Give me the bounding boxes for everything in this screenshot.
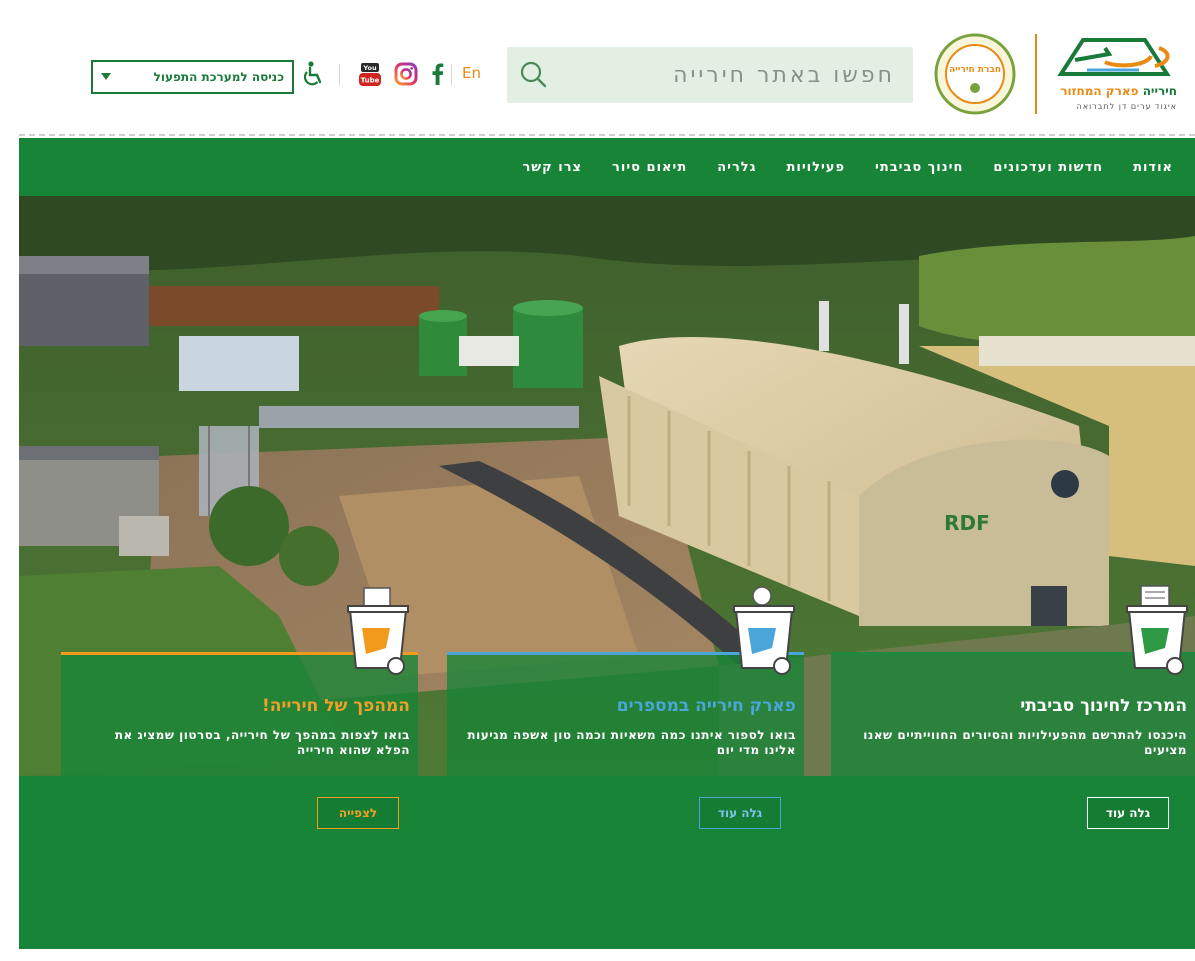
- recycle-bin-icon: [733, 586, 795, 675]
- logo-name-main: חירייה: [1142, 84, 1177, 98]
- chevron-down-icon: [101, 73, 111, 80]
- svg-text:You: You: [362, 64, 377, 72]
- nav-item-gallery[interactable]: גלריה: [717, 160, 756, 175]
- card-text: היכנסו להתרשם מהפעילויות והסיורים החוויי…: [863, 728, 1187, 757]
- language-switch-en[interactable]: En: [462, 64, 481, 82]
- search-input[interactable]: [575, 57, 895, 93]
- youtube-icon[interactable]: You Tube: [356, 60, 384, 88]
- page: חירייה פארק המחזור איגוד ערים דן לתברואה…: [19, 12, 1195, 949]
- card-park-numbers: פארק חירייה במספרים בואו לספור איתנו כמה…: [447, 586, 804, 832]
- card-watch-button[interactable]: לצפייה: [317, 797, 399, 829]
- nav-item-news[interactable]: חדשות ועדכונים: [993, 160, 1103, 175]
- badge-text: חברת חירייה: [949, 65, 1001, 75]
- site-logo[interactable]: חירייה פארק המחזור איגוד ערים דן לתברואה: [1047, 34, 1177, 114]
- recycle-bin-icon: [347, 587, 409, 675]
- card-text: בואו לספור איתנו כמה משאיות וכמה טון אשפ…: [467, 728, 796, 757]
- nav-item-education[interactable]: חינוך סביבתי: [875, 160, 963, 175]
- company-badge: חברת חירייה: [933, 32, 1017, 116]
- badge-seal-icon: חברת חירייה: [934, 33, 1016, 115]
- accessibility-icon[interactable]: [300, 60, 326, 88]
- facebook-icon[interactable]: [424, 60, 452, 88]
- divider: [339, 64, 340, 86]
- logo-tagline: איגוד ערים דן לתברואה: [1076, 102, 1177, 111]
- main-nav: אודות חדשות ועדכונים חינוך סביבתי פעילוי…: [19, 138, 1195, 196]
- operations-login-select[interactable]: כניסה למערכת התפעול: [91, 60, 294, 94]
- card-more-button[interactable]: גלה עוד: [699, 797, 781, 829]
- instagram-icon[interactable]: [392, 60, 420, 88]
- nav-item-contact[interactable]: צרו קשר: [522, 160, 582, 175]
- recycle-bin-icon: [1126, 585, 1188, 675]
- card-title: המרכז לחינוך סביבתי: [1020, 696, 1187, 716]
- login-select-label: כניסה למערכת התפעול: [153, 70, 284, 84]
- nav-item-tour[interactable]: תיאום סיור: [612, 160, 687, 175]
- search-bar: [507, 47, 913, 103]
- logo-divider: [1035, 34, 1037, 114]
- card-more-button[interactable]: גלה עוד: [1087, 797, 1169, 829]
- nav-item-activities[interactable]: פעילויות: [786, 160, 845, 175]
- card-title: המהפך של חירייה!: [261, 696, 410, 716]
- card-education-center: המרכז לחינוך סביבתי היכנסו להתרשם מהפעיל…: [831, 585, 1195, 832]
- nav-item-about[interactable]: אודות: [1133, 160, 1173, 175]
- site-header: חירייה פארק המחזור איגוד ערים דן לתברואה…: [19, 12, 1195, 136]
- card-title: פארק חירייה במספרים: [616, 696, 796, 716]
- svg-text:Tube: Tube: [361, 77, 380, 85]
- logo-name-accent: פארק המחזור: [1060, 84, 1139, 98]
- recycle-logo-icon: [1057, 38, 1171, 76]
- search-icon[interactable]: [517, 59, 549, 91]
- card-hiriya-transformation: המהפך של חירייה! בואו לצפות במהפך של חיר…: [61, 587, 418, 832]
- rdf-sign: RDF: [944, 511, 990, 535]
- card-text: בואו לצפות במהפך של חירייה, בסרטון שמציג…: [114, 728, 410, 757]
